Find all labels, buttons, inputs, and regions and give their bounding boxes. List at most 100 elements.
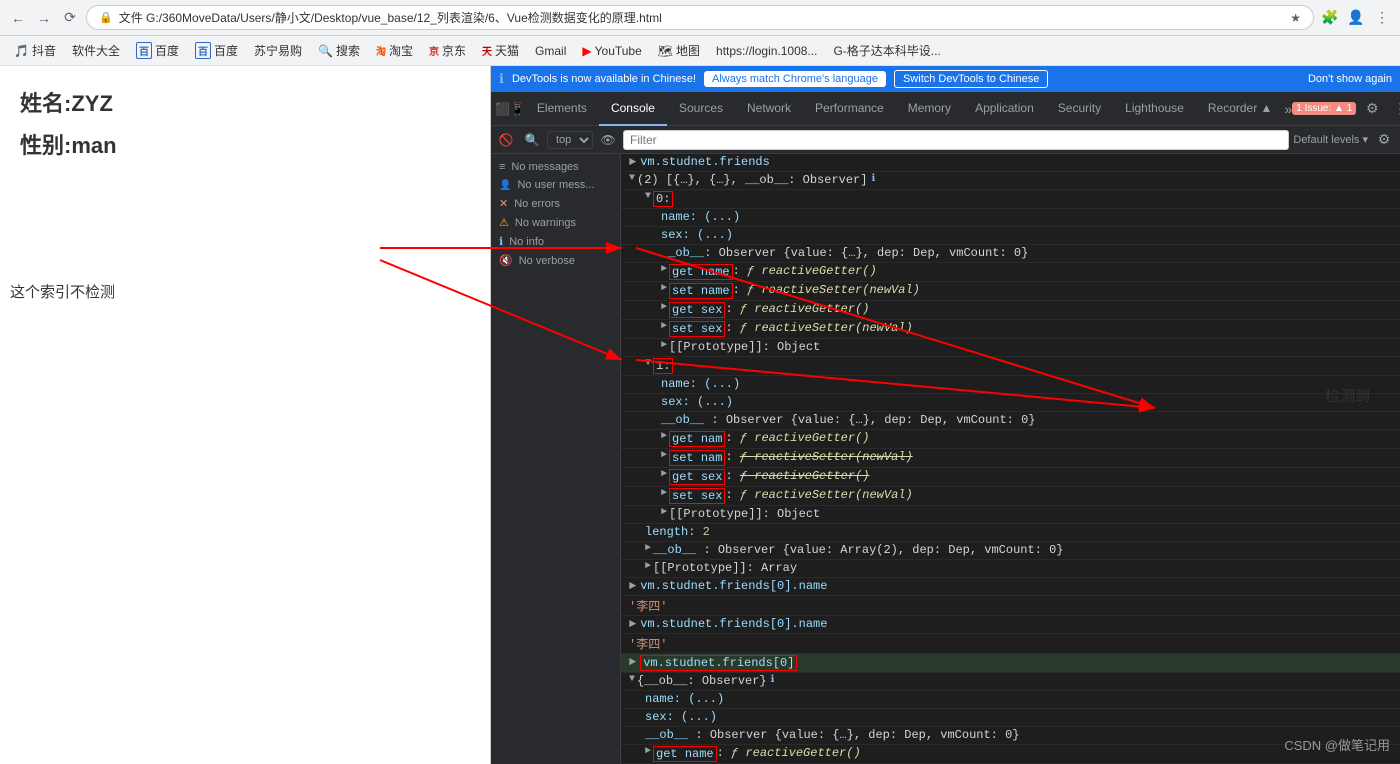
- sidebar-label: No messages: [511, 161, 578, 173]
- console-text: sex: (...): [645, 710, 717, 724]
- bookmark-youtube[interactable]: ▶YouTube: [576, 42, 647, 60]
- forward-button[interactable]: →: [34, 8, 54, 28]
- bookmark-maps[interactable]: 🗺地图: [652, 40, 706, 61]
- user-icon: 👤: [499, 180, 511, 191]
- issue-badge[interactable]: 1 Issue: ▲ 1: [1292, 102, 1356, 115]
- tab-sources[interactable]: Sources: [667, 92, 735, 126]
- collapse-triangle[interactable]: ►: [645, 561, 651, 572]
- infobar-dismiss[interactable]: Don't show again: [1308, 73, 1392, 85]
- reload-button[interactable]: ⟳: [60, 8, 80, 28]
- console-line: ▼ (2) [{…}, {…}, __ob__: Observer] ℹ: [621, 172, 1400, 190]
- console-getter-boxed: get sex: [669, 469, 725, 485]
- console-text: __ob__ : Observer {value: {…}, dep: Dep,…: [661, 413, 1035, 427]
- bookmark-douyin[interactable]: 🎵抖音: [8, 40, 62, 61]
- bookmark-baidu1[interactable]: 百 百度: [130, 40, 185, 61]
- bookmark-suning[interactable]: 苏宁易购: [248, 40, 308, 61]
- filter-input[interactable]: [623, 130, 1289, 150]
- sidebar-no-messages[interactable]: ≡ No messages: [491, 158, 620, 176]
- console-text: vm.studnet.friends[0].name: [640, 617, 827, 631]
- devtools-mobile-icon[interactable]: 📱: [510, 97, 525, 121]
- bookmark-gezi[interactable]: G-格子达本科毕设...: [827, 40, 946, 61]
- collapse-triangle[interactable]: ►: [661, 431, 667, 442]
- bookmark-login[interactable]: https://login.1008...: [710, 42, 823, 60]
- collapse-triangle[interactable]: ►: [661, 302, 667, 313]
- console-line: name: (...): [621, 691, 1400, 709]
- tab-application[interactable]: Application: [963, 92, 1046, 126]
- collapse-triangle[interactable]: ►: [645, 746, 651, 757]
- console-text: name: (...): [661, 210, 740, 224]
- console-line: __ob__: Observer {value: {…}, dep: Dep, …: [621, 245, 1400, 263]
- console-text: '李四': [629, 597, 667, 614]
- collapse-triangle[interactable]: ►: [661, 321, 667, 332]
- sidebar-no-warnings[interactable]: ⚠ No warnings: [491, 213, 620, 232]
- console-line: ► set sex : ƒ reactiveSetter(newVal): [621, 320, 1400, 339]
- collapse-triangle[interactable]: ►: [661, 264, 667, 275]
- menu-button[interactable]: ⋮: [1372, 8, 1392, 28]
- eye-icon[interactable]: 👁: [597, 129, 619, 151]
- console-text: [[Prototype]]: Object: [669, 340, 820, 354]
- extensions-button[interactable]: 🧩: [1320, 8, 1340, 28]
- back-button[interactable]: ←: [8, 8, 28, 28]
- collapse-triangle[interactable]: ▼: [645, 191, 651, 202]
- devtools-tabs: ⬛ 📱 Elements Console Sources Network Per…: [491, 92, 1400, 126]
- collapse-triangle[interactable]: ▼: [629, 173, 635, 184]
- console-line: ► get sex : ƒ reactiveGetter(): [621, 301, 1400, 320]
- sidebar-no-errors[interactable]: ✕ No errors: [491, 194, 620, 213]
- collapse-triangle[interactable]: ►: [661, 283, 667, 294]
- tab-more[interactable]: »: [1284, 97, 1292, 121]
- tab-memory[interactable]: Memory: [896, 92, 963, 126]
- bookmarks-bar: 🎵抖音 软件大全 百 百度 百 百度 苏宁易购 🔍搜索 淘 淘宝 京 京东 天 …: [0, 36, 1400, 66]
- console-getter-boxed: get name: [669, 264, 733, 280]
- console-text: __ob__ : Observer {value: {…}, dep: Dep,…: [645, 728, 1019, 742]
- console-setter-boxed: set name: [669, 283, 733, 299]
- collapse-triangle[interactable]: ►: [661, 469, 667, 480]
- bookmark-search[interactable]: 🔍搜索: [312, 40, 366, 61]
- default-levels-btn[interactable]: Default levels ▾: [1293, 133, 1368, 146]
- collapse-triangle[interactable]: ►: [645, 543, 651, 554]
- tab-elements[interactable]: Elements: [525, 92, 599, 126]
- infobar-switch-button[interactable]: Switch DevTools to Chinese: [894, 70, 1048, 88]
- infobar-match-language-button[interactable]: Always match Chrome's language: [704, 71, 886, 87]
- tab-lighthouse[interactable]: Lighthouse: [1113, 92, 1196, 126]
- collapse-triangle[interactable]: ▼: [629, 674, 635, 685]
- console-line: ► [[Prototype]]: Object: [621, 506, 1400, 524]
- context-select[interactable]: top: [547, 131, 593, 149]
- clear-console-button[interactable]: 🚫: [495, 129, 517, 151]
- sidebar-no-user-messages[interactable]: 👤 No user mess...: [491, 176, 620, 194]
- collapse-triangle[interactable]: ▼: [645, 358, 651, 369]
- tab-security[interactable]: Security: [1046, 92, 1113, 126]
- settings-gear-icon[interactable]: ⚙: [1372, 128, 1396, 152]
- console-toolbar: 🚫 🔍 top 👁 Default levels ▾ ⚙: [491, 126, 1400, 154]
- address-bar[interactable]: 🔒 文件 G:/360MoveData/Users/静小文/Desktop/vu…: [86, 5, 1314, 30]
- bookmark-baidu2[interactable]: 百 百度: [189, 40, 244, 61]
- sidebar-no-info[interactable]: ℹ No info: [491, 232, 620, 251]
- console-sidebar: ≡ No messages 👤 No user mess... ✕ No err…: [491, 154, 621, 764]
- collapse-triangle[interactable]: ►: [661, 507, 667, 518]
- sidebar-no-verbose[interactable]: 🔇 No verbose: [491, 251, 620, 270]
- more-options-icon[interactable]: ⋮: [1388, 97, 1400, 121]
- profile-button[interactable]: 👤: [1346, 8, 1366, 28]
- page-name: 姓名:ZYZ: [20, 86, 470, 118]
- console-text: [[Prototype]]: Array: [653, 561, 797, 575]
- filter-toggle-button[interactable]: 🔍: [521, 129, 543, 151]
- settings-icon[interactable]: ⚙: [1360, 97, 1384, 121]
- tab-performance[interactable]: Performance: [803, 92, 896, 126]
- collapse-triangle[interactable]: ►: [661, 340, 667, 351]
- collapse-triangle[interactable]: ►: [661, 450, 667, 461]
- bookmark-soft[interactable]: 软件大全: [66, 40, 126, 61]
- bookmark-jd[interactable]: 京 京东: [423, 40, 472, 61]
- console-text: __ob__ : Observer {value: Array(2), dep:…: [653, 543, 1063, 557]
- console-line: ▼ {__ob__: Observer} ℹ: [621, 673, 1400, 691]
- console-text: : ƒ reactiveSetter(newVal): [725, 450, 912, 464]
- bookmark-gmail[interactable]: Gmail: [529, 42, 572, 60]
- console-setter-boxed: set sex: [669, 488, 725, 504]
- tab-network[interactable]: Network: [735, 92, 803, 126]
- bookmark-tmall[interactable]: 天 天猫: [476, 40, 525, 61]
- collapse-triangle[interactable]: ►: [661, 488, 667, 499]
- console-prompt-arrow: ►: [629, 155, 636, 169]
- bookmark-taobao[interactable]: 淘 淘宝: [370, 40, 419, 61]
- prompt-arrow: ►: [629, 579, 636, 593]
- tab-console[interactable]: Console: [599, 92, 667, 126]
- devtools-dock-icon[interactable]: ⬛: [495, 97, 510, 121]
- tab-recorder[interactable]: Recorder ▲: [1196, 92, 1285, 126]
